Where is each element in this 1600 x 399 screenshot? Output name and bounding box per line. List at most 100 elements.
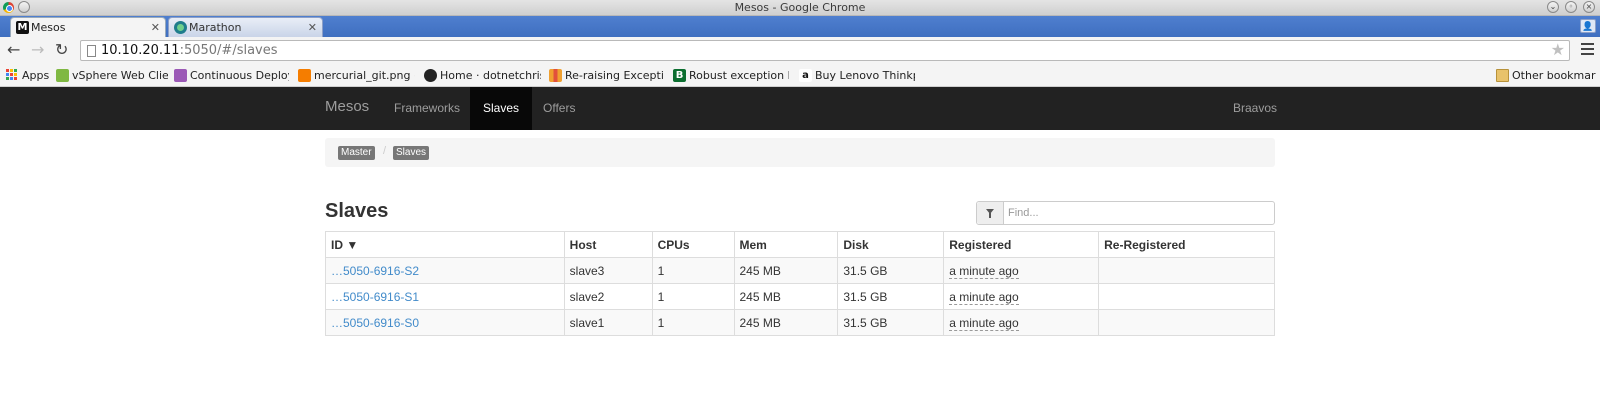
nav-offers[interactable]: Offers (530, 87, 588, 130)
close-tab-icon[interactable]: ✕ (308, 18, 317, 37)
bookmark-robust-exception[interactable]: B Robust exception har (673, 68, 789, 84)
bookmark-buy-lenovo[interactable]: a Buy Lenovo Thinkpad (799, 68, 915, 84)
cell-id: …5050-6916-S1 (325, 283, 565, 310)
folder-icon (1496, 69, 1509, 82)
page-icon (87, 45, 96, 57)
bookmark-label: Buy Lenovo Thinkpad (815, 69, 915, 82)
filter-funnel-icon (986, 209, 994, 218)
browser-toolbar: ← → ↻ 10.10.20.11:5050/#/slaves ★ (0, 37, 1600, 64)
cell-cpus: 1 (651, 309, 735, 336)
cell-reregistered (1098, 309, 1275, 336)
cell-mem: 245 MB (733, 257, 839, 284)
slave-id-link[interactable]: …5050-6916-S1 (331, 290, 419, 304)
close-window-button[interactable]: × (1583, 1, 1595, 13)
col-host-header[interactable]: Host (563, 231, 653, 258)
table-row: …5050-6916-S0 slave1 1 245 MB 31.5 GB a … (325, 309, 1275, 336)
reload-icon[interactable]: ↻ (55, 41, 68, 59)
amazon-icon: a (799, 69, 812, 82)
bookmark-label: Other bookmarks (1512, 69, 1596, 82)
nav-frameworks[interactable]: Frameworks (381, 87, 473, 130)
breadcrumb-slaves[interactable]: Slaves (393, 146, 430, 160)
bookmark-label: Robust exception har (689, 69, 789, 82)
registered-time: a minute ago (949, 263, 1019, 279)
bookmark-star-icon[interactable]: ★ (1551, 41, 1565, 60)
col-mem-header[interactable]: Mem (733, 231, 839, 258)
bookmark-apps[interactable]: Apps (6, 68, 50, 84)
mesos-brand[interactable]: Mesos (325, 98, 369, 115)
cluster-name: Braavos (1233, 101, 1278, 115)
tab-strip: M Mesos ✕ Marathon ✕ (0, 16, 1600, 49)
col-id-header[interactable]: ID ▼ (325, 231, 565, 258)
url-text[interactable]: 10.10.20.11:5050/#/slaves (101, 43, 278, 59)
slave-id-link[interactable]: …5050-6916-S2 (331, 264, 419, 278)
col-registered-header[interactable]: Registered (943, 231, 1100, 258)
bookmark-continuous-deployment[interactable]: Continuous Deployme (174, 68, 289, 84)
cell-disk: 31.5 GB (837, 283, 945, 310)
address-bar[interactable]: 10.10.20.11:5050/#/slaves ★ (80, 40, 1570, 61)
filter-group (976, 201, 1275, 225)
blogger-icon (298, 69, 311, 82)
apps-grid-icon (6, 69, 18, 81)
slave-id-link[interactable]: …5050-6916-S0 (331, 316, 419, 330)
b-icon: B (673, 69, 686, 82)
bookmark-reraising-exceptions[interactable]: Re-raising Exceptions (549, 68, 664, 84)
cell-registered: a minute ago (943, 257, 1100, 284)
table-row: …5050-6916-S2 slave3 1 245 MB 31.5 GB a … (325, 257, 1275, 284)
bookmark-label: vSphere Web Client (72, 69, 168, 82)
bookmark-label: Continuous Deployme (190, 69, 289, 82)
back-icon[interactable]: ← (7, 41, 20, 59)
tab-label: Mesos (31, 21, 66, 34)
close-tab-icon[interactable]: ✕ (151, 18, 160, 37)
col-reregistered-header[interactable]: Re-Registered (1098, 231, 1275, 258)
slaves-table: ID ▼ Host CPUs Mem Disk Registered Re-Re… (325, 231, 1275, 336)
cell-id: …5050-6916-S2 (325, 257, 565, 284)
table-row: …5050-6916-S1 slave2 1 245 MB 31.5 GB a … (325, 283, 1275, 310)
profile-icon[interactable]: 👤 (1580, 19, 1596, 33)
breadcrumb: Master / Slaves (325, 138, 1275, 167)
bookmark-github-home[interactable]: Home · dotnetchris/C (424, 68, 541, 84)
github-icon (424, 69, 437, 82)
maximize-button[interactable]: ◦ (1565, 1, 1577, 13)
vsphere-icon (56, 69, 69, 82)
cell-disk: 31.5 GB (837, 309, 945, 336)
cell-mem: 245 MB (733, 309, 839, 336)
breadcrumb-master[interactable]: Master (338, 146, 375, 160)
nav-slaves[interactable]: Slaves (470, 87, 533, 130)
chrome-menu-icon[interactable] (1581, 43, 1594, 55)
cell-reregistered (1098, 257, 1275, 284)
col-cpus-header[interactable]: CPUs (651, 231, 735, 258)
cell-cpus: 1 (651, 283, 735, 310)
bookmark-label: Home · dotnetchris/C (440, 69, 541, 82)
marathon-favicon-icon (174, 21, 187, 34)
col-disk-header[interactable]: Disk (837, 231, 945, 258)
window-title: Mesos - Google Chrome (734, 1, 866, 14)
heart-icon (174, 69, 187, 82)
find-input[interactable] (1008, 205, 1268, 221)
url-host: 10.10.20.11 (101, 43, 180, 58)
cell-cpus: 1 (651, 257, 735, 284)
mesos-favicon-icon: M (16, 21, 29, 34)
breadcrumb-separator: / (383, 145, 387, 157)
bookmark-label: mercurial_git.png (14 (314, 69, 415, 82)
page-title: Slaves (325, 200, 389, 222)
tab-marathon[interactable]: Marathon ✕ (168, 17, 323, 37)
registered-time: a minute ago (949, 289, 1019, 305)
cell-id: …5050-6916-S0 (325, 309, 565, 336)
bookmark-label: Apps (22, 69, 50, 82)
filter-button[interactable] (977, 202, 1004, 224)
bookmark-mercurial-git[interactable]: mercurial_git.png (14 (298, 68, 415, 84)
url-path: :5050/#/slaves (179, 43, 278, 58)
mesos-navbar: Mesos Frameworks Slaves Offers Braavos (0, 87, 1600, 130)
cell-registered: a minute ago (943, 309, 1100, 336)
forward-icon[interactable]: → (31, 41, 44, 59)
cell-host: slave1 (563, 309, 653, 336)
cell-mem: 245 MB (733, 283, 839, 310)
bars-icon (549, 69, 562, 82)
tab-mesos[interactable]: M Mesos ✕ (10, 17, 166, 37)
bookmark-vsphere[interactable]: vSphere Web Client (56, 68, 168, 84)
registered-time: a minute ago (949, 315, 1019, 331)
minimize-button[interactable]: ⌄ (1547, 1, 1559, 13)
window-titlebar: Mesos - Google Chrome ⌄ ◦ × (0, 0, 1600, 16)
cell-registered: a minute ago (943, 283, 1100, 310)
bookmark-other[interactable]: Other bookmarks (1496, 68, 1596, 84)
